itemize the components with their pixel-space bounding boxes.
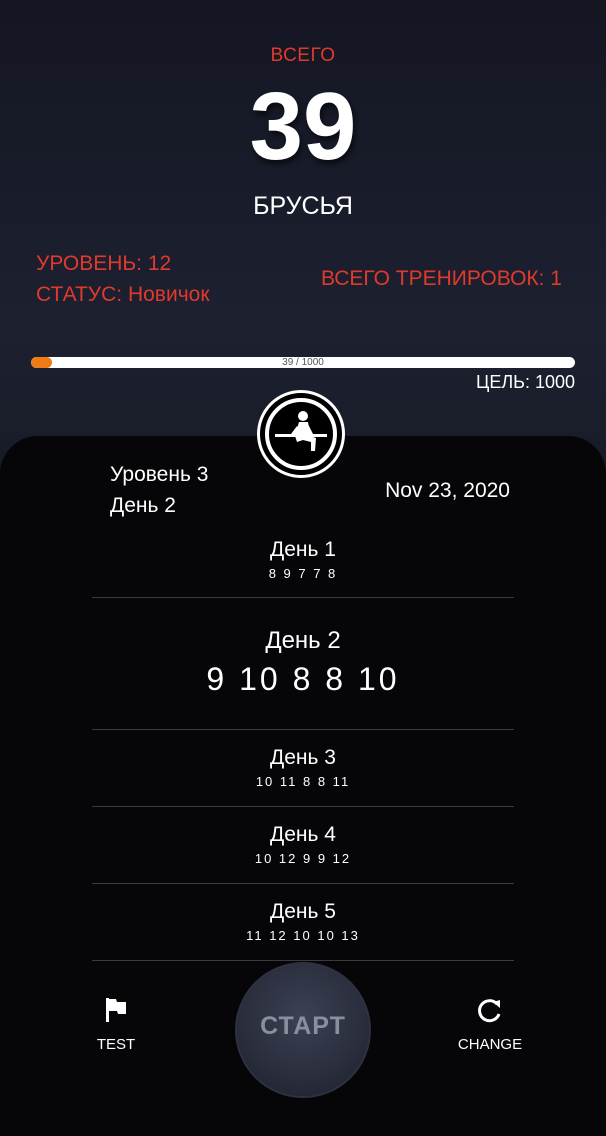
start-label: СТАРТ xyxy=(260,1012,346,1040)
total-value: 39 xyxy=(249,73,357,180)
flag-icon xyxy=(106,998,126,1022)
divider xyxy=(92,729,514,730)
refresh-icon xyxy=(478,999,501,1023)
day-reps: 8 9 7 7 8 xyxy=(268,566,338,581)
divider xyxy=(92,883,514,884)
progress-text: 39 / 1000 xyxy=(282,357,324,368)
test-button[interactable]: TEST xyxy=(86,996,146,1053)
divider xyxy=(92,960,514,961)
program-date: Nov 23, 2020 xyxy=(385,479,510,502)
exercise-name: БРУСЬЯ xyxy=(253,192,353,220)
day-reps: 9 10 8 8 10 xyxy=(206,661,400,697)
program-day: День 2 xyxy=(110,494,176,517)
change-label: CHANGE xyxy=(457,1036,523,1053)
total-label: ВСЕГО xyxy=(270,45,336,66)
dips-emblem xyxy=(257,390,345,478)
total-workouts-text: ВСЕГО ТРЕНИРОВОК: 1 xyxy=(320,267,562,290)
day-reps: 10 11 8 8 11 xyxy=(255,774,351,789)
day-reps: 11 12 10 10 13 xyxy=(246,928,360,943)
level-text: УРОВЕНЬ: 12 xyxy=(36,252,172,275)
day-title: День 3 xyxy=(270,746,336,769)
dips-figure-icon xyxy=(275,411,327,451)
start-button[interactable]: СТАРТ xyxy=(235,962,371,1098)
day-row-5[interactable]: День 5 11 12 10 10 13 xyxy=(92,900,514,943)
divider xyxy=(92,806,514,807)
day-row-1[interactable]: День 1 8 9 7 7 8 xyxy=(92,538,514,581)
status-text: СТАТУС: Новичок xyxy=(36,283,210,306)
change-button[interactable]: CHANGE xyxy=(450,996,530,1053)
test-label: TEST xyxy=(96,1036,136,1053)
day-row-4[interactable]: День 4 10 12 9 9 12 xyxy=(92,823,514,866)
day-title: День 5 xyxy=(270,900,336,923)
day-row-3[interactable]: День 3 10 11 8 8 11 xyxy=(92,746,514,789)
day-row-2[interactable]: День 2 9 10 8 8 10 xyxy=(92,627,514,698)
day-title: День 1 xyxy=(270,538,336,561)
day-reps: 10 12 9 9 12 xyxy=(254,851,352,866)
day-title: День 4 xyxy=(270,823,336,846)
day-title: День 2 xyxy=(265,627,341,654)
program-level: Уровень 3 xyxy=(110,463,209,486)
divider xyxy=(92,597,514,598)
goal-text: ЦЕЛЬ: 1000 xyxy=(476,372,575,392)
